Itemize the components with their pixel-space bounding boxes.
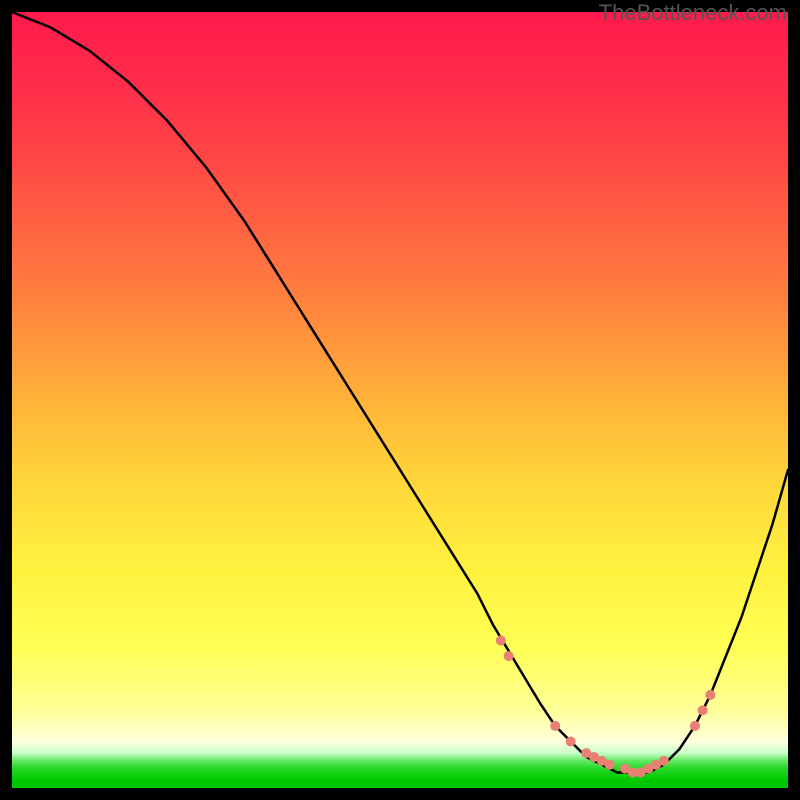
watermark-label: TheBottleneck.com — [599, 0, 787, 26]
bottleneck-dot — [698, 705, 708, 715]
bottleneck-dot — [659, 756, 669, 766]
plot-area — [12, 12, 788, 788]
bottleneck-curve-line — [12, 12, 788, 772]
bottleneck-dot — [566, 736, 576, 746]
bottleneck-dot — [605, 760, 615, 770]
bottleneck-dots-group — [496, 636, 716, 778]
bottleneck-dot — [504, 651, 514, 661]
curve-layer — [12, 12, 788, 788]
bottleneck-chart: TheBottleneck.com — [0, 0, 800, 800]
bottleneck-dot — [550, 721, 560, 731]
bottleneck-dot — [496, 636, 506, 646]
bottleneck-dot — [690, 721, 700, 731]
bottleneck-dot — [705, 690, 715, 700]
